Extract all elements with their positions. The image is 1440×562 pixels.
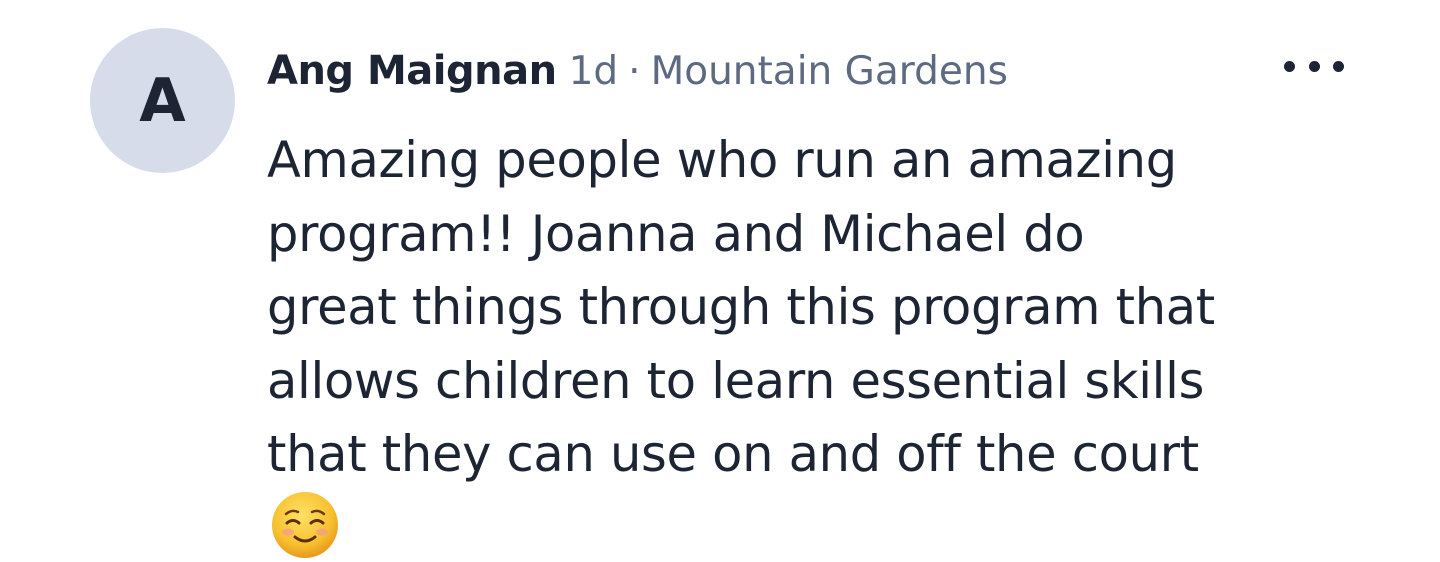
comment-body-line: program!! Joanna and Michael do <box>267 204 1085 263</box>
comment-body-line: that they can use on and off the court <box>267 425 1199 483</box>
more-horizontal-icon <box>1284 60 1295 72</box>
more-horizontal-icon-dot <box>1333 60 1344 72</box>
smiling-face-emoji-icon <box>272 492 338 558</box>
author-name[interactable]: Ang Maignan <box>267 48 557 94</box>
comment-body-line: allows children to learn essential skill… <box>267 351 1205 410</box>
comment-body: Amazing people who run an amazing progra… <box>267 124 1407 492</box>
location-link[interactable]: Mountain Gardens <box>651 49 1008 94</box>
more-options-button[interactable] <box>1284 54 1344 78</box>
comment-body-line: Amazing people who run an amazing <box>267 131 1177 189</box>
comment-meta: 1d · Mountain Gardens <box>569 49 1008 94</box>
timestamp[interactable]: 1d <box>569 49 619 94</box>
more-horizontal-icon-dot <box>1308 60 1320 72</box>
comment-body-line: great things through this program that <box>267 278 1215 336</box>
meta-separator: · <box>628 49 641 94</box>
avatar-initial: A <box>139 65 186 136</box>
comment-header: Ang Maignan 1d · Mountain Gardens <box>267 48 1008 100</box>
avatar[interactable]: A <box>90 28 235 173</box>
